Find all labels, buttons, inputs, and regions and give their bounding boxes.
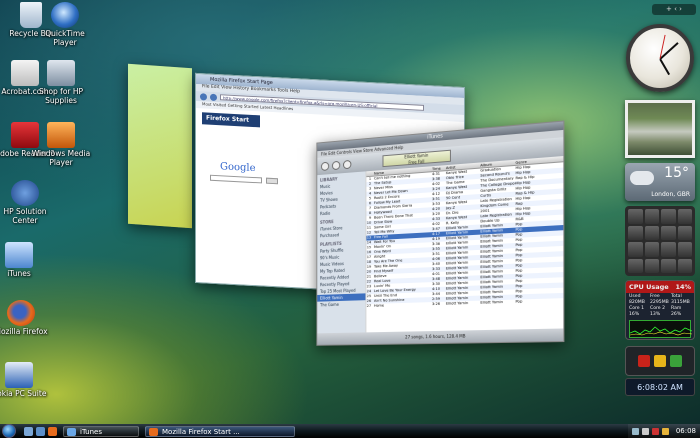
puzzle-tile[interactable] bbox=[628, 209, 643, 224]
cloud-icon bbox=[630, 171, 654, 185]
firefox-icon bbox=[7, 300, 35, 326]
volume-icon[interactable] bbox=[641, 427, 649, 435]
puzzle-tile[interactable] bbox=[677, 242, 692, 257]
power-gadget bbox=[625, 346, 695, 376]
table-cell: Home bbox=[373, 303, 385, 308]
cpu-stat: 820MB bbox=[629, 300, 645, 305]
puzzle-tile[interactable] bbox=[661, 242, 676, 257]
quicktime-icon bbox=[51, 2, 79, 28]
cpu-stat: 16% bbox=[629, 312, 640, 317]
puzzle-tile[interactable] bbox=[644, 242, 659, 257]
table-cell: Pop bbox=[515, 299, 523, 304]
table-cell: Elliott Yamin bbox=[445, 301, 469, 306]
puzzle-tile[interactable] bbox=[644, 258, 659, 273]
firefox-start-banner: Firefox Start bbox=[202, 112, 260, 128]
cpu-title: CPU Usage bbox=[629, 283, 669, 291]
puzzle-tile[interactable] bbox=[628, 242, 643, 257]
itunes-sidebar-item[interactable]: Purchased bbox=[317, 230, 365, 239]
puzzle-tile[interactable] bbox=[677, 225, 692, 240]
desktop-icon-itunes[interactable]: iTunes bbox=[0, 242, 50, 279]
cpu-stat: Ram bbox=[671, 306, 682, 311]
itunes-track-list: Name Time Artist Album Genre 1 Can't tell me n… bbox=[366, 156, 564, 333]
digital-clock-gadget: 6:08:02 AM bbox=[625, 378, 695, 396]
puzzle-tile[interactable] bbox=[677, 209, 692, 224]
start-button[interactable] bbox=[2, 424, 16, 438]
clock-hour-hand bbox=[658, 58, 671, 76]
desktop-icon-nokia-pc-suite[interactable]: Nokia PC Suite bbox=[0, 362, 50, 399]
table-cell: 3:26 bbox=[432, 301, 441, 307]
flip3d-background-window[interactable] bbox=[128, 63, 192, 229]
weather-temperature: 15° bbox=[664, 165, 689, 181]
network-icon[interactable] bbox=[631, 427, 639, 435]
cpu-percent: 14% bbox=[675, 283, 691, 291]
previous-icon[interactable] bbox=[320, 161, 330, 171]
puzzle-tile[interactable] bbox=[644, 225, 659, 240]
next-icon[interactable] bbox=[343, 159, 352, 169]
desktop-icon-hp-supplies[interactable]: Shop for HP Supplies bbox=[30, 60, 92, 105]
weather-gadget[interactable]: 15° London, GBR bbox=[625, 163, 695, 201]
cpu-stat: Free bbox=[650, 294, 660, 299]
puzzle-tile[interactable] bbox=[677, 258, 692, 273]
picture-puzzle-gadget[interactable] bbox=[625, 206, 695, 276]
puzzle-tile[interactable] bbox=[628, 258, 643, 273]
media-player-icon bbox=[47, 122, 75, 148]
table-cell: Elliott Yamin bbox=[480, 299, 504, 305]
play-icon[interactable] bbox=[331, 160, 341, 170]
desktop-icon-hp-solution-center[interactable]: HP Solution Center bbox=[0, 180, 56, 225]
cpu-usage-gadget[interactable]: CPU Usage 14% Used Free Total 820MB 2295MB 31… bbox=[625, 280, 695, 340]
cpu-stat: 3115MB bbox=[671, 300, 690, 305]
cpu-stats: Used Free Total 820MB 2295MB 3115MB Core 1 Core… bbox=[626, 293, 694, 318]
taskbar-itunes[interactable]: iTunes bbox=[63, 425, 139, 437]
hp-solution-center-icon bbox=[11, 180, 39, 206]
cpu-stat: Core 1 bbox=[629, 306, 645, 311]
google-logo: Google bbox=[220, 161, 256, 175]
itunes-window[interactable]: iTunes File Edit Controls View Store Adv… bbox=[316, 120, 565, 346]
taskbar-clock[interactable]: 06:08 bbox=[676, 427, 696, 435]
desktop-icon-media-player[interactable]: Windows Media Player bbox=[30, 122, 92, 167]
cpu-stat: Used bbox=[629, 294, 641, 299]
taskbar: iTunes Mozilla Firefox Start ... 06:08 bbox=[0, 424, 700, 438]
itunes-sidebar: LIBRARY Music Movies TV Shows Podcasts Radio S… bbox=[317, 171, 366, 334]
cpu-stat: 2295MB bbox=[650, 300, 669, 305]
itunes-sidebar-item[interactable]: The Game bbox=[317, 300, 365, 308]
taskbar-firefox[interactable]: Mozilla Firefox Start ... bbox=[145, 425, 295, 437]
cpu-header: CPU Usage 14% bbox=[626, 281, 694, 293]
itunes-icon bbox=[5, 242, 33, 268]
forward-icon[interactable] bbox=[210, 93, 217, 101]
puzzle-tile[interactable] bbox=[628, 225, 643, 240]
slideshow-gadget[interactable] bbox=[625, 100, 695, 158]
cpu-graph bbox=[629, 320, 692, 338]
puzzle-tile[interactable] bbox=[661, 258, 676, 273]
cpu-stat: 13% bbox=[650, 312, 661, 317]
sidebar-controls[interactable]: + ‹ › bbox=[652, 4, 696, 15]
show-desktop-icon[interactable] bbox=[24, 426, 33, 436]
desktop-icon-quicktime[interactable]: QuickTime Player bbox=[34, 2, 96, 47]
puzzle-tile[interactable] bbox=[661, 209, 676, 224]
quick-launch bbox=[24, 426, 57, 436]
weather-location: London, GBR bbox=[651, 191, 690, 198]
update-icon[interactable] bbox=[661, 427, 669, 435]
clock-gadget[interactable] bbox=[626, 24, 694, 92]
restart-icon[interactable] bbox=[654, 355, 666, 367]
google-search-button[interactable] bbox=[266, 177, 278, 185]
puzzle-tile[interactable] bbox=[661, 225, 676, 240]
logoff-icon[interactable] bbox=[670, 355, 682, 367]
hp-supplies-icon bbox=[47, 60, 75, 86]
cpu-stat: Total bbox=[671, 294, 682, 299]
switch-windows-icon[interactable] bbox=[36, 426, 45, 436]
cpu-stat: Core 2 bbox=[650, 306, 666, 311]
puzzle-tile[interactable] bbox=[644, 209, 659, 224]
google-search-input[interactable] bbox=[210, 174, 262, 184]
firefox-quicklaunch-icon[interactable] bbox=[48, 426, 57, 436]
back-icon[interactable] bbox=[200, 92, 207, 101]
shutdown-icon[interactable] bbox=[638, 355, 650, 367]
cpu-stat: 26% bbox=[671, 312, 682, 317]
desktop-icon-firefox[interactable]: Mozilla Firefox bbox=[0, 300, 52, 337]
nokia-pc-suite-icon bbox=[5, 362, 33, 388]
security-icon[interactable] bbox=[651, 427, 659, 435]
system-tray: 06:08 bbox=[627, 424, 700, 438]
